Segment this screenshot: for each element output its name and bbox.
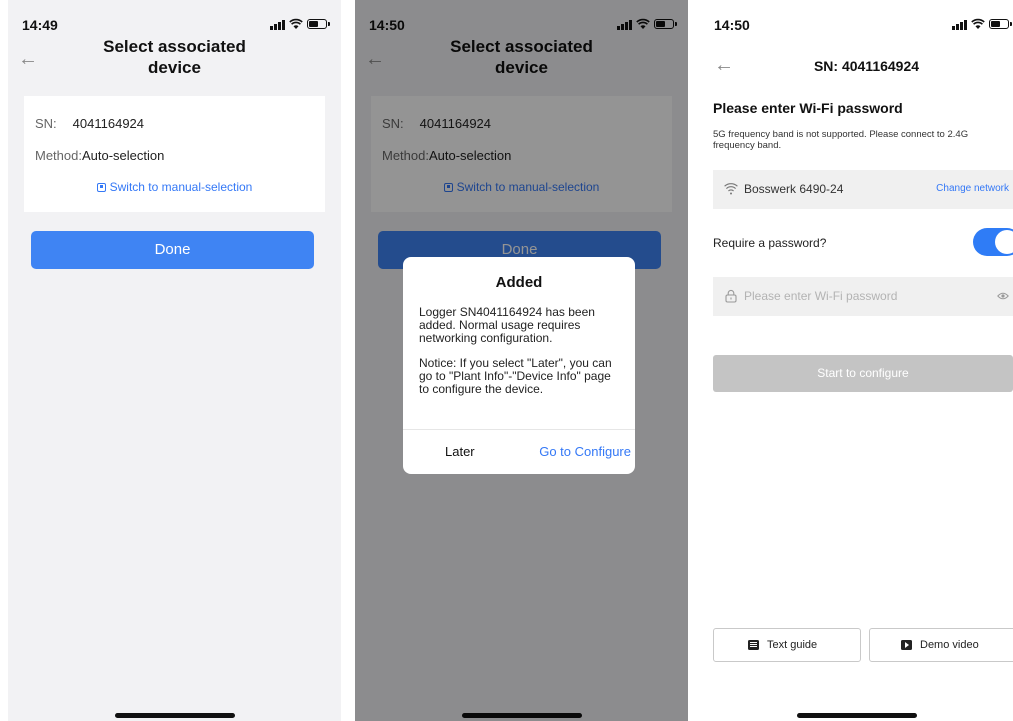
demo-video-label: Demo video xyxy=(920,639,979,651)
switch-manual-link[interactable]: Switch to manual-selection xyxy=(24,180,325,194)
network-selector: Bosswerk 6490-24 Change network xyxy=(713,170,1013,209)
change-network-link[interactable]: Change network xyxy=(936,183,1009,194)
require-password-toggle[interactable] xyxy=(973,228,1013,256)
home-indicator xyxy=(114,713,235,718)
switch-manual-label: Switch to manual-selection xyxy=(109,180,253,194)
document-icon xyxy=(748,640,759,650)
switch-icon xyxy=(96,183,106,192)
method-row: Method:Auto-selection xyxy=(35,148,164,163)
dialog-title: Added xyxy=(495,274,543,291)
password-input[interactable] xyxy=(744,286,954,306)
text-guide-button[interactable]: Text guide xyxy=(713,628,861,662)
text-guide-label: Text guide xyxy=(767,639,818,651)
wifi-icon xyxy=(971,18,985,29)
lock-icon xyxy=(725,289,737,303)
method-value: Auto-selection xyxy=(81,148,165,163)
network-name: Bosswerk 6490-24 xyxy=(744,182,844,196)
screen-added-dialog: 14:50 ← Select associated device SN: 4041… xyxy=(355,0,688,721)
status-time: 14:50 xyxy=(714,17,750,33)
dialog-message: Logger SN4041164924 has been added. Norm… xyxy=(419,305,595,345)
battery-icon xyxy=(307,19,330,29)
password-field xyxy=(713,277,1013,316)
method-label: Method: xyxy=(35,148,82,163)
wifi-icon xyxy=(724,183,738,195)
wifi-heading: Please enter Wi-Fi password xyxy=(713,100,903,116)
page-title: Select associated device xyxy=(103,37,246,77)
play-icon xyxy=(901,640,912,650)
done-button[interactable]: Done xyxy=(31,231,314,269)
sn-row: SN: 4041164924 xyxy=(35,116,144,131)
sn-label: SN: xyxy=(35,116,57,131)
frequency-note: 5G frequency band is not supported. Plea… xyxy=(713,129,969,151)
wifi-icon xyxy=(289,18,303,29)
page-title: SN: 4041164924 xyxy=(813,58,920,74)
screen-wifi-config: 14:50 ← SN: 4041164924 Please enter Wi-F… xyxy=(700,0,1013,721)
go-to-configure-button[interactable]: Go to Configure xyxy=(539,444,631,459)
signal-icon xyxy=(270,20,285,30)
arrow-left-icon[interactable]: ← xyxy=(18,49,38,69)
screen-select-device: 14:49 ← Select associated device SN: 4041… xyxy=(8,0,341,721)
dialog-body: Logger SN4041164924 has been added. Norm… xyxy=(419,306,623,408)
device-info-card: SN: 4041164924 Method:Auto-selection Swit… xyxy=(24,96,325,212)
dialog-notice: Notice: If you select "Later", you can g… xyxy=(419,356,612,396)
eye-icon[interactable] xyxy=(997,291,1009,301)
status-bar: 14:50 xyxy=(700,0,1013,40)
require-password-label: Require a password? xyxy=(713,236,827,250)
later-button[interactable]: Later xyxy=(445,444,475,459)
sn-value: 4041164924 xyxy=(72,116,145,131)
status-bar: 14:49 xyxy=(8,0,341,40)
status-time: 14:49 xyxy=(22,17,58,33)
start-configure-button[interactable]: Start to configure xyxy=(713,355,1013,392)
signal-icon xyxy=(952,20,967,30)
demo-video-button[interactable]: Demo video xyxy=(869,628,1013,662)
battery-icon xyxy=(989,19,1012,29)
home-indicator xyxy=(796,713,917,718)
dialog-actions: Later Go to Configure xyxy=(403,429,635,474)
added-dialog: Added Logger SN4041164924 has been added… xyxy=(403,257,635,474)
